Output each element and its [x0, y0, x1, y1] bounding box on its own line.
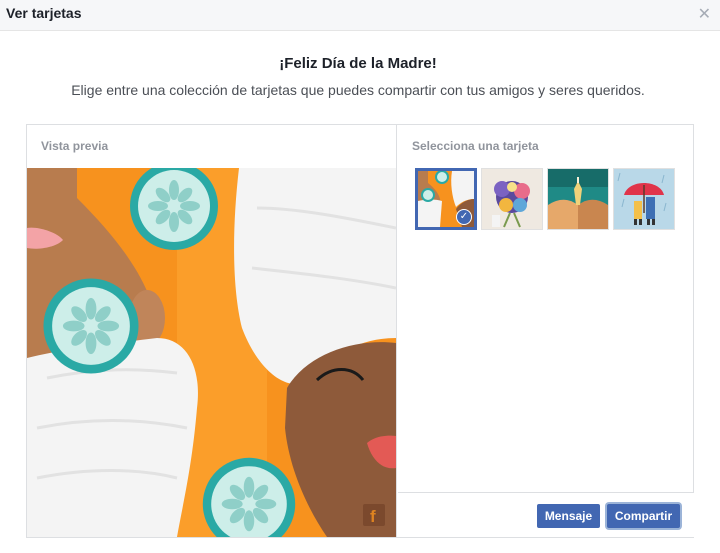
- selection-pane: Selecciona una tarjeta ✓ Mensaje Compart…: [398, 125, 694, 537]
- card-thumbnail-spa[interactable]: ✓: [415, 168, 477, 230]
- page-title: ¡Feliz Día de la Madre!: [279, 55, 437, 72]
- card-thumbnail-umbrella[interactable]: [613, 168, 675, 230]
- preview-label: Vista previa: [41, 139, 109, 153]
- dialog-title: Ver tarjetas: [6, 5, 82, 21]
- card-thumbnails: ✓: [415, 168, 685, 232]
- card-thumbnail-hands[interactable]: [547, 168, 609, 230]
- dialog-titlebar: Ver tarjetas ✕: [0, 0, 720, 31]
- message-button[interactable]: Mensaje: [537, 504, 600, 528]
- selected-check-icon: ✓: [456, 209, 472, 225]
- page-subtitle: Elige entre una colección de tarjetas qu…: [71, 82, 645, 98]
- card-thumbnail-flowers[interactable]: [481, 168, 543, 230]
- cards-panel: Vista previa f Selecciona una tarjeta ✓ …: [26, 124, 694, 538]
- close-icon[interactable]: ✕: [698, 4, 711, 24]
- share-button[interactable]: Compartir: [607, 504, 680, 528]
- preview-pane: Vista previa f: [27, 125, 397, 537]
- svg-text:f: f: [370, 507, 376, 526]
- selection-label: Selecciona una tarjeta: [412, 139, 539, 153]
- dialog-footer: Mensaje Compartir: [398, 492, 694, 537]
- preview-image: f: [27, 168, 396, 537]
